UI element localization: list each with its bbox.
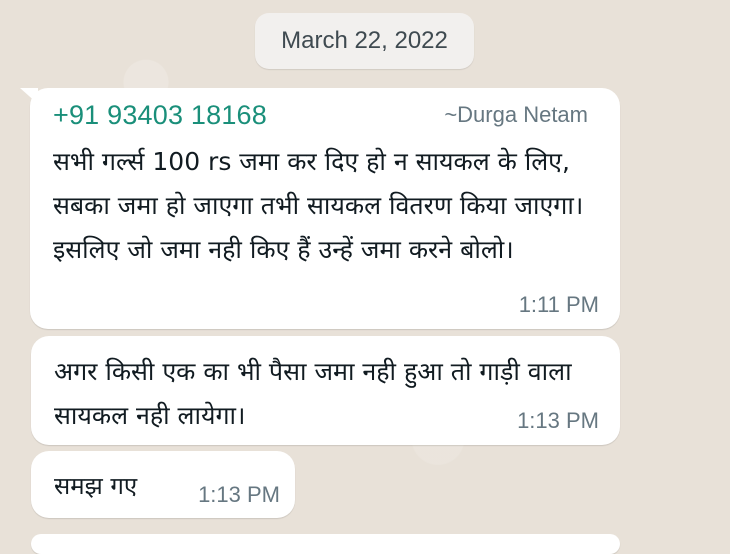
date-chip: March 22, 2022 <box>255 13 474 69</box>
partial-message-bubble[interactable] <box>31 534 620 554</box>
sender-phone[interactable]: +91 93403 18168 <box>53 100 267 131</box>
message-time: 1:13 PM <box>198 482 280 507</box>
message-time: 1:11 PM <box>518 292 599 317</box>
message-text: समझ गए <box>54 472 138 500</box>
message-bubble[interactable]: समझ गए 1:13 PM <box>31 451 295 518</box>
message-text: अगर किसी एक का भी पैसा जमा नही हुआ तो गा… <box>54 357 572 430</box>
message-text: सभी गर्ल्स 100 rs जमा कर दिए हो न सायकल … <box>53 147 584 264</box>
sender-display-name: ~Durga Netam <box>444 102 588 127</box>
message-bubble[interactable]: अगर किसी एक का भी पैसा जमा नही हुआ तो गा… <box>31 336 620 445</box>
message-bubble[interactable]: +91 93403 18168 ~Durga Netam सभी गर्ल्स … <box>20 88 620 329</box>
message-time: 1:13 PM <box>517 408 599 433</box>
